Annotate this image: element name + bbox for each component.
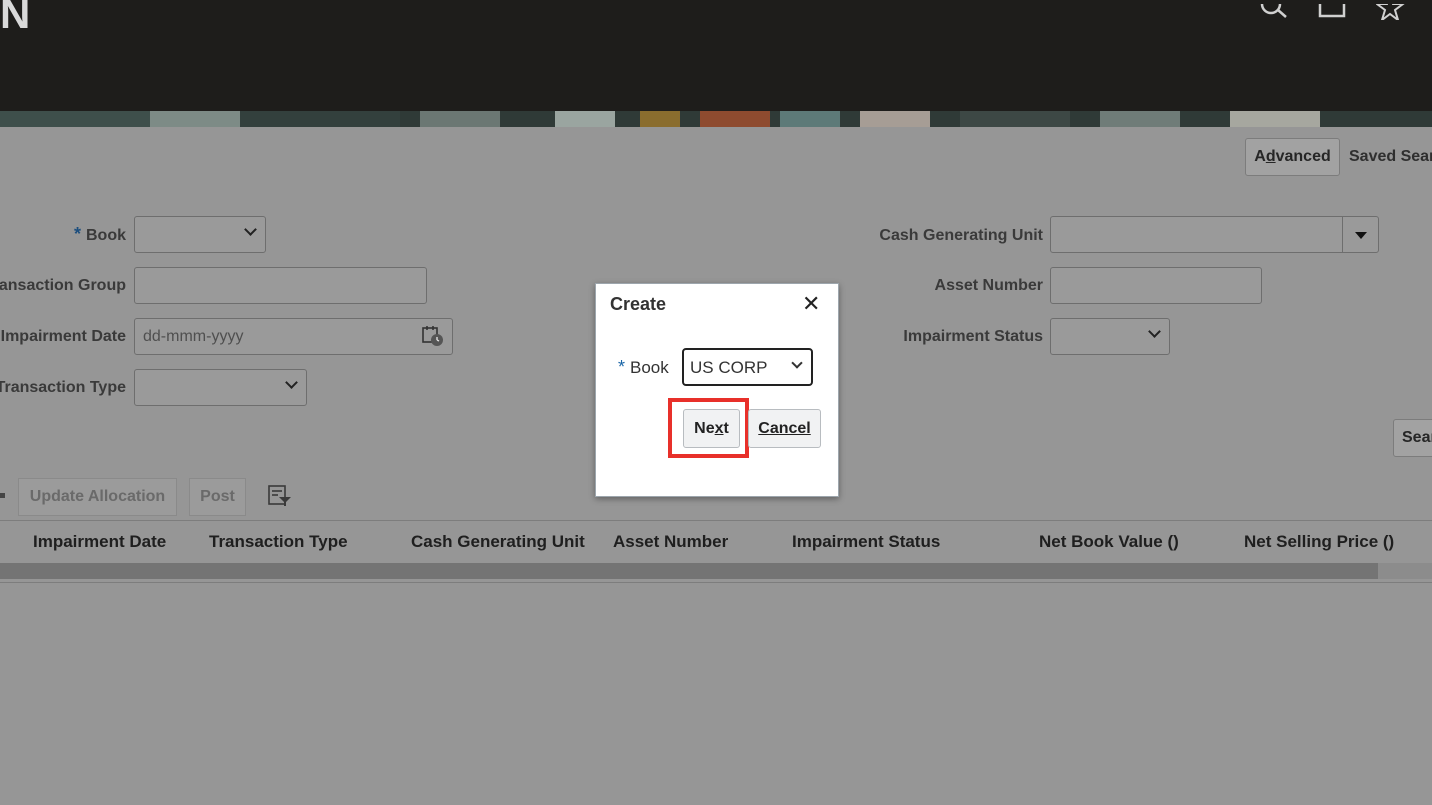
dialog-title: Create	[610, 294, 667, 314]
search-button[interactable]: Sear	[1393, 419, 1432, 457]
global-header: N	[0, 0, 1432, 111]
close-icon[interactable]: ✕	[802, 291, 820, 317]
impairment-status-select[interactable]	[1050, 318, 1170, 355]
brand-logo: N	[0, 0, 30, 37]
advanced-search-button[interactable]: Advanced	[1245, 138, 1340, 176]
impairment-date-input[interactable]: dd-mmm-yyyy	[134, 318, 453, 355]
transaction-type-label: Transaction Type	[0, 379, 126, 396]
book-select[interactable]	[134, 216, 266, 253]
column-header[interactable]: Asset Number	[613, 532, 728, 552]
next-button[interactable]: Next	[683, 409, 740, 448]
chevron-down-icon	[1148, 325, 1161, 338]
column-header[interactable]: Impairment Status	[792, 532, 940, 552]
filter-icon[interactable]	[268, 485, 292, 512]
horizontal-scrollbar[interactable]	[0, 563, 1378, 579]
dialog-book-label: * Book	[618, 357, 669, 377]
chevron-down-icon	[244, 223, 257, 236]
transaction-type-select[interactable]	[134, 369, 307, 406]
dialog-book-value: US CORP	[690, 358, 768, 377]
transaction-group-input[interactable]	[134, 267, 427, 304]
asset-number-input[interactable]	[1050, 267, 1262, 304]
window-icon[interactable]	[1318, 0, 1348, 27]
dialog-book-select[interactable]: US CORP	[682, 348, 813, 386]
column-header[interactable]: Transaction Type	[209, 532, 348, 552]
book-label: * Book	[73, 224, 126, 244]
cancel-button[interactable]: Cancel	[748, 409, 821, 448]
impairment-date-label: Impairment Date	[0, 328, 126, 345]
saved-search-label[interactable]: Saved Sear	[1349, 148, 1432, 166]
chevron-down-icon	[285, 376, 298, 389]
column-header[interactable]: Impairment Date	[33, 532, 166, 552]
decorative-banner	[0, 111, 1432, 127]
search-icon[interactable]	[1259, 0, 1289, 27]
calendar-icon[interactable]	[422, 325, 444, 352]
chevron-down-icon	[791, 357, 803, 369]
toolbar-bullet	[0, 493, 5, 498]
post-button[interactable]: Post	[189, 478, 246, 516]
create-dialog: Create ✕ * Book US CORP Next Cancel	[595, 283, 839, 497]
favorite-star-icon[interactable]	[1374, 0, 1406, 27]
column-header[interactable]: Cash Generating Unit	[411, 532, 585, 552]
transaction-group-label: ansaction Group	[0, 277, 126, 294]
update-allocation-button[interactable]: Update Allocation	[18, 478, 177, 516]
required-indicator: *	[618, 357, 626, 377]
scrollbar-track[interactable]	[1378, 563, 1432, 579]
dropdown-caret-icon[interactable]	[1342, 217, 1378, 252]
column-header[interactable]: Net Book Value ()	[1039, 532, 1179, 552]
cash-generating-unit-combobox[interactable]	[1050, 216, 1379, 253]
impairment-date-placeholder: dd-mmm-yyyy	[143, 328, 244, 345]
asset-number-label: Asset Number	[934, 277, 1043, 294]
required-indicator: *	[73, 224, 81, 244]
column-header[interactable]: Net Selling Price ()	[1244, 532, 1394, 552]
table-top-border	[0, 520, 1432, 521]
cash-generating-unit-label: Cash Generating Unit	[879, 227, 1043, 244]
table-bottom-border	[0, 582, 1432, 583]
impairment-status-label: Impairment Status	[903, 328, 1043, 345]
